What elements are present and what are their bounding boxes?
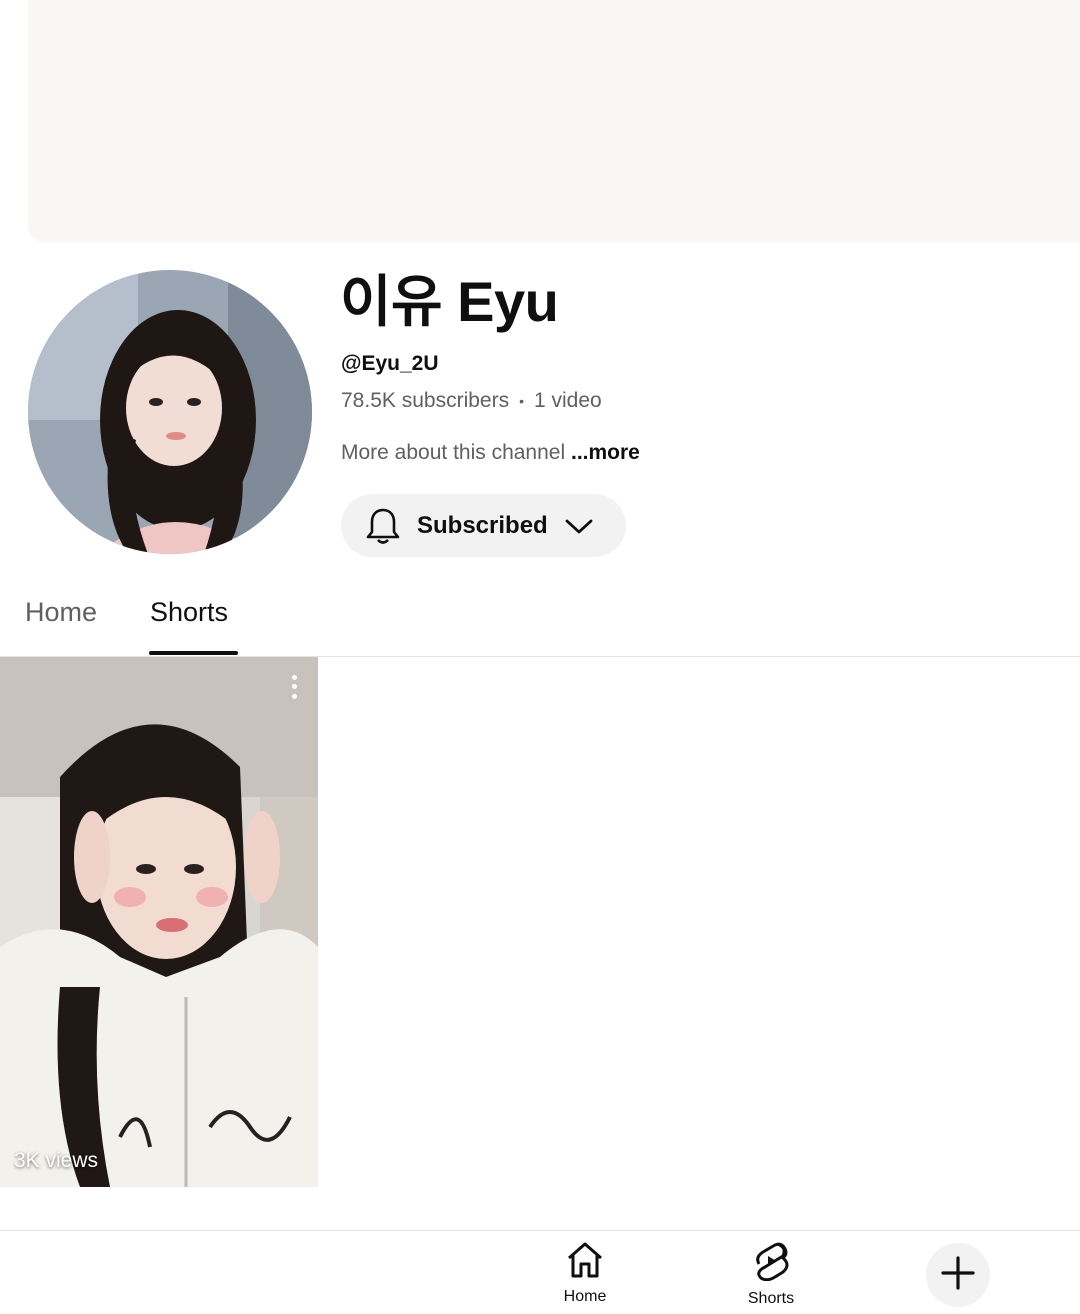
subscribed-button[interactable]: Subscribed xyxy=(341,494,626,557)
chevron-down-icon xyxy=(564,516,594,536)
channel-handle: @Eyu_2U xyxy=(341,352,439,375)
nav-shorts-label: Shorts xyxy=(747,1290,795,1307)
subscriber-count: 78.5K subscribers xyxy=(341,389,510,412)
shorts-icon xyxy=(753,1241,789,1286)
stats-separator: • xyxy=(519,393,524,409)
home-icon xyxy=(565,1241,605,1284)
short-view-count: 3K views xyxy=(14,1149,99,1172)
more-vert-icon[interactable] xyxy=(284,673,304,701)
channel-banner xyxy=(28,0,1080,242)
subscribed-label: Subscribed xyxy=(417,511,548,539)
channel-about[interactable]: More about this channel ...more xyxy=(341,441,640,465)
channel-name: 이유 Eyu xyxy=(340,270,559,333)
tab-shorts[interactable]: Shorts xyxy=(150,597,228,628)
active-tab-indicator xyxy=(149,651,238,655)
short-item[interactable]: 3K views xyxy=(0,657,318,1187)
channel-stats: 78.5K subscribers • 1 video xyxy=(341,389,602,413)
channel-tabs: Home Shorts xyxy=(0,580,1080,657)
avatar-image xyxy=(28,270,312,554)
video-count: 1 video xyxy=(534,389,602,412)
about-more-link[interactable]: ...more xyxy=(571,441,640,464)
about-text: More about this channel xyxy=(341,441,566,464)
create-button[interactable] xyxy=(926,1243,990,1307)
plus-icon xyxy=(940,1255,976,1296)
nav-home[interactable]: Home xyxy=(535,1241,635,1306)
tab-home[interactable]: Home xyxy=(25,597,97,628)
short-thumbnail xyxy=(0,657,318,1187)
nav-shorts[interactable]: Shorts xyxy=(721,1241,821,1308)
bottom-navigation: Home Shorts xyxy=(0,1230,1080,1314)
channel-avatar[interactable] xyxy=(28,270,312,554)
bell-icon xyxy=(365,506,401,546)
nav-home-label: Home xyxy=(563,1288,607,1305)
